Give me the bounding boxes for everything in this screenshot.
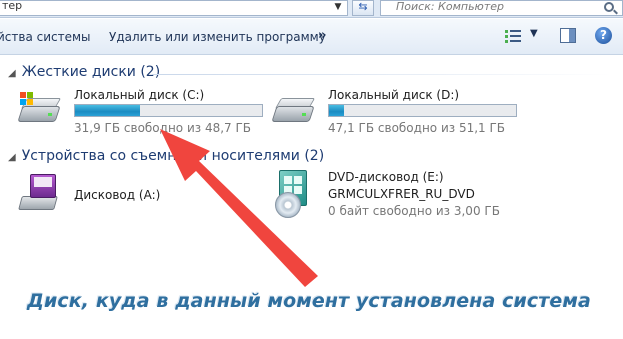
search-input[interactable]: Поиск: Компьютер xyxy=(380,0,623,16)
drive-name: Дисковод (A:) xyxy=(74,188,161,202)
drive-free-space: 0 байт свободно из 3,00 ГБ xyxy=(328,204,500,218)
help-icon[interactable]: ? xyxy=(595,27,612,44)
refresh-button[interactable]: ⇆ xyxy=(352,0,374,16)
annotation-caption: Диск, куда в данный момент установлена с… xyxy=(27,290,591,312)
drive-item-e[interactable]: DVD-дисковод (E:) GRMCULXFRER_RU_DVD 0 б… xyxy=(275,170,515,222)
drive-usage-fill xyxy=(75,105,140,116)
hard-drive-icon xyxy=(271,92,316,128)
refresh-icon: ⇆ xyxy=(358,0,368,13)
command-bar: йства системы Удалить или изменить прогр… xyxy=(0,19,623,55)
drive-item-a[interactable]: Дисковод (A:) xyxy=(18,174,220,218)
more-commands-button[interactable]: » xyxy=(318,28,326,43)
floppy-drive-icon xyxy=(18,174,60,214)
drive-usage-fill xyxy=(329,105,344,116)
group-title: Жесткие диски (2) xyxy=(21,64,161,80)
dvd-drive-icon xyxy=(275,170,315,218)
drive-usage-bar xyxy=(74,104,263,117)
group-title: Устройства со съемными носителями (2) xyxy=(21,148,325,164)
collapse-triangle-icon[interactable]: ◢ xyxy=(8,152,16,163)
address-path: тер xyxy=(2,0,23,12)
disc-label: GRMCULXFRER_RU_DVD xyxy=(328,187,475,201)
drive-name: Локальный диск (C:) xyxy=(74,88,205,102)
change-view-icon[interactable] xyxy=(505,29,521,44)
drive-usage-bar xyxy=(328,104,517,117)
chevron-down-icon[interactable]: ▼ xyxy=(330,0,346,16)
group-header-hard-drives[interactable]: ◢ Жесткие диски (2) xyxy=(8,64,160,80)
drive-name: Локальный диск (D:) xyxy=(328,88,460,102)
search-icon[interactable] xyxy=(604,2,614,12)
system-properties-button[interactable]: йства системы xyxy=(0,30,91,44)
preview-pane-icon[interactable] xyxy=(560,28,576,43)
drive-name: DVD-дисковод (E:) xyxy=(328,170,444,184)
address-strip: тер ▼ ⇆ Поиск: Компьютер xyxy=(0,0,623,18)
system-hard-drive-icon xyxy=(17,92,62,128)
address-bar[interactable]: тер ▼ xyxy=(0,0,348,16)
drive-free-space: 47,1 ГБ свободно из 51,1 ГБ xyxy=(328,121,506,135)
view-options-chevron-icon[interactable]: ▼ xyxy=(530,28,538,39)
drive-free-space: 31,9 ГБ свободно из 48,7 ГБ xyxy=(74,121,252,135)
group-header-removable[interactable]: ◢ Устройства со съемными носителями (2) xyxy=(8,148,324,164)
drive-item-c[interactable]: Локальный диск (C:) 31,9 ГБ свободно из … xyxy=(17,86,268,136)
drive-item-d[interactable]: Локальный диск (D:) 47,1 ГБ свободно из … xyxy=(271,86,522,136)
windows-logo-icon xyxy=(20,92,34,106)
group-divider xyxy=(152,74,612,75)
collapse-triangle-icon[interactable]: ◢ xyxy=(8,68,16,79)
uninstall-program-button[interactable]: Удалить или изменить программу xyxy=(109,30,326,44)
search-placeholder: Поиск: Компьютер xyxy=(396,0,504,13)
